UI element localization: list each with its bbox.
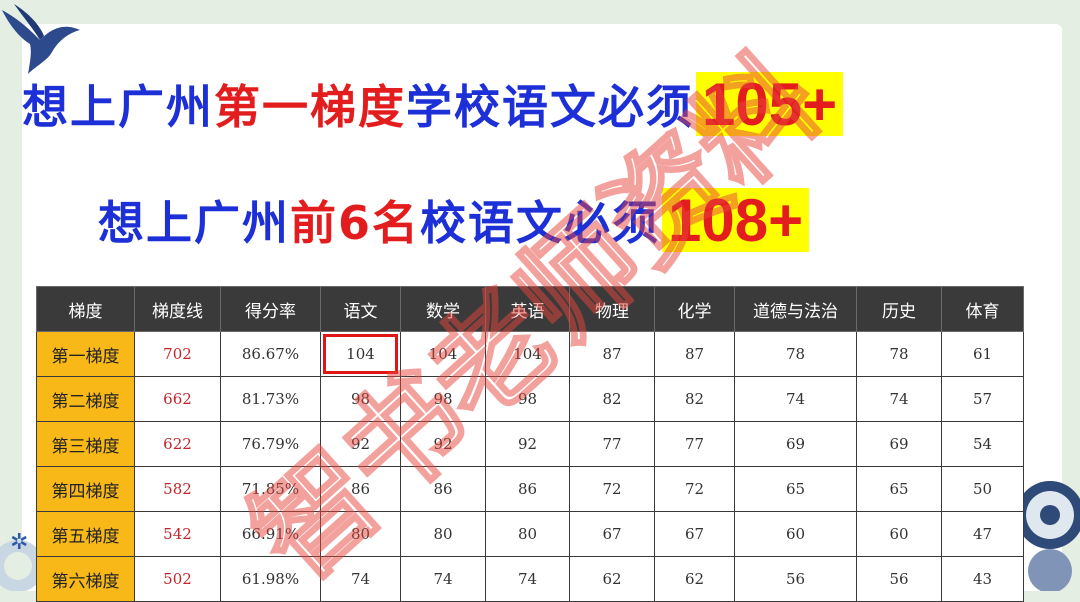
table-cell: 104	[400, 331, 486, 377]
table-cell: 82	[569, 376, 655, 422]
table-cell: 74	[734, 376, 857, 422]
table-cell: 66.91%	[220, 511, 321, 557]
headline-1-suffix: 学校语文必须	[406, 80, 694, 134]
table-cell: 104	[485, 331, 570, 377]
table-row: 第六梯度 502 61.98% 74 74 74 62 62 56 56 43	[36, 556, 1024, 602]
column-header: 体育	[941, 286, 1024, 332]
table-cell: 56	[856, 556, 942, 602]
table-cell: 74	[485, 556, 570, 602]
table-cell: 87	[569, 331, 655, 377]
table-cell: 74	[320, 556, 401, 602]
table-cell: 80	[485, 511, 570, 557]
table-cell: 65	[734, 466, 857, 512]
table-cell: 43	[941, 556, 1024, 602]
tier-label: 第六梯度	[36, 556, 135, 602]
table-cell: 86	[320, 466, 401, 512]
headline-2: 想上广州 前6名 校语文必须 108+	[98, 187, 810, 254]
table-cell: 77	[654, 421, 735, 467]
column-header: 数学	[400, 286, 486, 332]
table-cell: 86	[400, 466, 486, 512]
table-cell: 69	[734, 421, 857, 467]
table-cell: 56	[734, 556, 857, 602]
table-cell: 87	[654, 331, 735, 377]
headline-2-suffix: 校语文必须	[420, 196, 661, 250]
table-row: 第一梯度 702 86.67% 104 104 104 87 87 78 78 61	[36, 331, 1024, 377]
star-icon: ✲	[10, 530, 29, 555]
table-cell: 67	[569, 511, 655, 557]
table-cell: 81.73%	[220, 376, 321, 422]
headline-1-prefix: 想上广州	[22, 80, 214, 134]
table-cell: 74	[400, 556, 486, 602]
table-cell: 54	[941, 421, 1024, 467]
table-cell: 82	[654, 376, 735, 422]
column-header: 物理	[569, 286, 655, 332]
table-cell: 98	[320, 376, 401, 422]
table-cell: 72	[569, 466, 655, 512]
headline-2-prefix: 想上广州	[98, 196, 290, 250]
headline-1-emphasis: 第一梯度	[214, 80, 406, 134]
tier-label: 第四梯度	[36, 466, 135, 512]
table-row: 第四梯度 582 71.85% 86 86 86 72 72 65 65 50	[36, 466, 1024, 512]
table-cell: 77	[569, 421, 655, 467]
column-header: 梯度线	[134, 286, 221, 332]
table-cell: 47	[941, 511, 1024, 557]
table-cell: 50	[941, 466, 1024, 512]
table-cell: 74	[856, 376, 942, 422]
table-cell: 71.85%	[220, 466, 321, 512]
column-header: 道德与法治	[734, 286, 857, 332]
score-line-cell: 582	[134, 466, 221, 512]
table-header-row: 梯度 梯度线 得分率 语文 数学 英语 物理 化学 道德与法治 历史 体育	[36, 286, 1024, 332]
column-header: 历史	[856, 286, 942, 332]
swallow-bird-icon	[2, 4, 80, 74]
table-cell: 62	[654, 556, 735, 602]
table-cell: 98	[485, 376, 570, 422]
table-cell: 60	[856, 511, 942, 557]
tier-label: 第五梯度	[36, 511, 135, 557]
table-cell: 67	[654, 511, 735, 557]
headline-1: 想上广州 第一梯度 学校语文必须 105+	[22, 71, 844, 138]
tier-label: 第一梯度	[36, 331, 135, 377]
table-cell: 61.98%	[220, 556, 321, 602]
table-cell: 72	[654, 466, 735, 512]
headline-2-score: 108+	[662, 187, 810, 254]
table-cell: 92	[320, 421, 401, 467]
table-cell: 92	[400, 421, 486, 467]
column-header: 英语	[485, 286, 570, 332]
headline-1-score: 105+	[696, 71, 844, 138]
tier-label: 第二梯度	[36, 376, 135, 422]
table-row: 第五梯度 542 66.91% 80 80 80 67 67 60 60 47	[36, 511, 1024, 557]
table-cell: 60	[734, 511, 857, 557]
highlighted-chinese-score-cell: 104	[320, 331, 401, 377]
score-line-cell: 702	[134, 331, 221, 377]
table-cell: 78	[734, 331, 857, 377]
table-cell: 78	[856, 331, 942, 377]
table-cell: 86	[485, 466, 570, 512]
tier-label: 第三梯度	[36, 421, 135, 467]
table-row: 第二梯度 662 81.73% 98 98 98 82 82 74 74 57	[36, 376, 1024, 422]
column-header: 语文	[320, 286, 401, 332]
table-cell: 57	[941, 376, 1024, 422]
table-cell: 98	[400, 376, 486, 422]
score-line-cell: 662	[134, 376, 221, 422]
table-cell: 76.79%	[220, 421, 321, 467]
table-cell: 62	[569, 556, 655, 602]
table-cell: 69	[856, 421, 942, 467]
table-cell: 92	[485, 421, 570, 467]
score-line-cell: 622	[134, 421, 221, 467]
table-cell: 80	[400, 511, 486, 557]
table-cell: 65	[856, 466, 942, 512]
score-line-cell: 542	[134, 511, 221, 557]
table-row: 第三梯度 622 76.79% 92 92 92 77 77 69 69 54	[36, 421, 1024, 467]
column-header: 化学	[654, 286, 735, 332]
score-line-cell: 502	[134, 556, 221, 602]
table-cell: 86.67%	[220, 331, 321, 377]
headline-2-emphasis: 前6名	[290, 196, 421, 250]
score-table: 梯度 梯度线 得分率 语文 数学 英语 物理 化学 道德与法治 历史 体育 第一…	[36, 286, 1024, 602]
column-header: 得分率	[220, 286, 321, 332]
column-header: 梯度	[36, 286, 135, 332]
table-cell: 61	[941, 331, 1024, 377]
table-cell: 80	[320, 511, 401, 557]
